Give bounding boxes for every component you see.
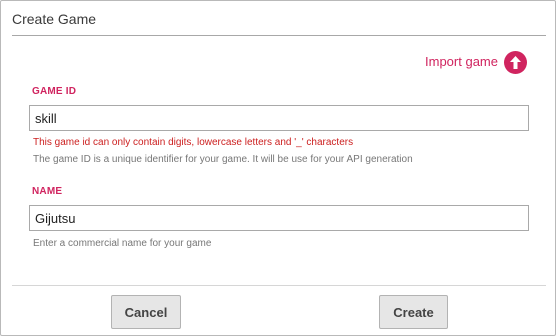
footer-divider [12,285,546,286]
cancel-button[interactable]: Cancel [111,295,181,329]
name-input[interactable] [29,205,529,231]
game-id-input[interactable] [29,105,529,131]
import-game-link[interactable]: Import game [425,54,498,69]
create-button[interactable]: Create [379,295,448,329]
game-id-help: The game ID is a unique identifier for y… [33,154,413,165]
title-divider [12,35,546,36]
upload-arrow-icon[interactable] [504,51,527,74]
create-game-dialog: Create Game Import game GAME ID This gam… [0,0,556,336]
game-id-label: GAME ID [32,86,77,97]
name-help: Enter a commercial name for your game [33,238,212,249]
game-id-error: This game id can only contain digits, lo… [33,137,354,148]
dialog-title: Create Game [12,11,97,27]
name-label: NAME [32,186,63,197]
